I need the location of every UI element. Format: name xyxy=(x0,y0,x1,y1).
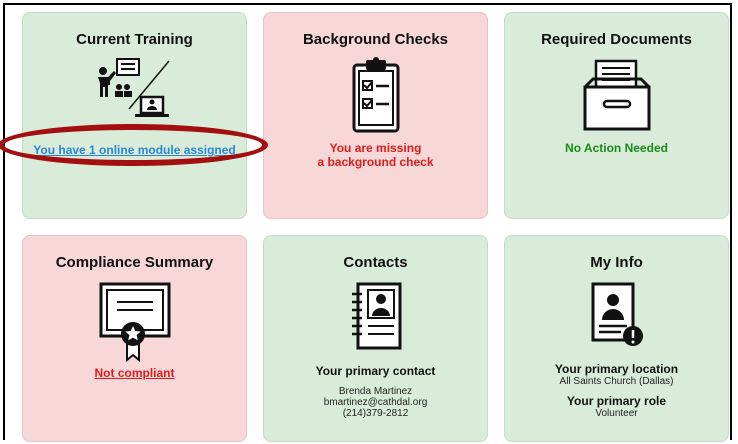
online-module-link[interactable]: You have 1 online module assigned xyxy=(33,143,236,157)
card-current-training: Current Training You have 1 online modul… xyxy=(22,12,247,219)
profile-alert-icon xyxy=(587,282,647,353)
primary-role: Volunteer xyxy=(595,408,638,419)
certificate-icon xyxy=(97,280,173,367)
primary-location-heading: Your primary location xyxy=(554,362,679,376)
documents-status: No Action Needed xyxy=(565,141,668,155)
contact-email: bmartinez@cathdal.org xyxy=(323,397,428,408)
card-title: My Info xyxy=(590,254,643,271)
card-background-checks: Background Checks You are missing a back… xyxy=(263,12,488,219)
clipboard-checklist-icon xyxy=(351,57,401,138)
contact-phone: (214)379-2812 xyxy=(342,408,409,419)
card-title: Background Checks xyxy=(302,31,449,48)
background-status: You are missing a background check xyxy=(317,141,434,169)
primary-role-heading: Your primary role xyxy=(566,394,667,408)
card-title: Current Training xyxy=(76,31,193,48)
card-title: Compliance Summary xyxy=(55,254,214,271)
card-my-info: My Info Your primary location All Saints… xyxy=(504,235,729,442)
card-contacts: Contacts Your primary contact Brenda Mar… xyxy=(263,235,488,442)
primary-location: All Saints Church (Dallas) xyxy=(559,376,674,387)
card-compliance-summary: Compliance Summary Not compliant xyxy=(22,235,247,442)
contact-book-icon xyxy=(348,282,404,355)
primary-contact-heading: Your primary contact xyxy=(315,364,436,378)
card-title: Required Documents xyxy=(541,31,692,48)
classroom-to-online-icon xyxy=(95,57,175,132)
card-title: Contacts xyxy=(343,254,408,271)
card-required-documents: Required Documents No Action Needed xyxy=(504,12,729,219)
not-compliant-link[interactable]: Not compliant xyxy=(95,366,175,380)
contact-name: Brenda Martinez xyxy=(338,386,413,397)
file-drawer-icon xyxy=(582,57,652,136)
